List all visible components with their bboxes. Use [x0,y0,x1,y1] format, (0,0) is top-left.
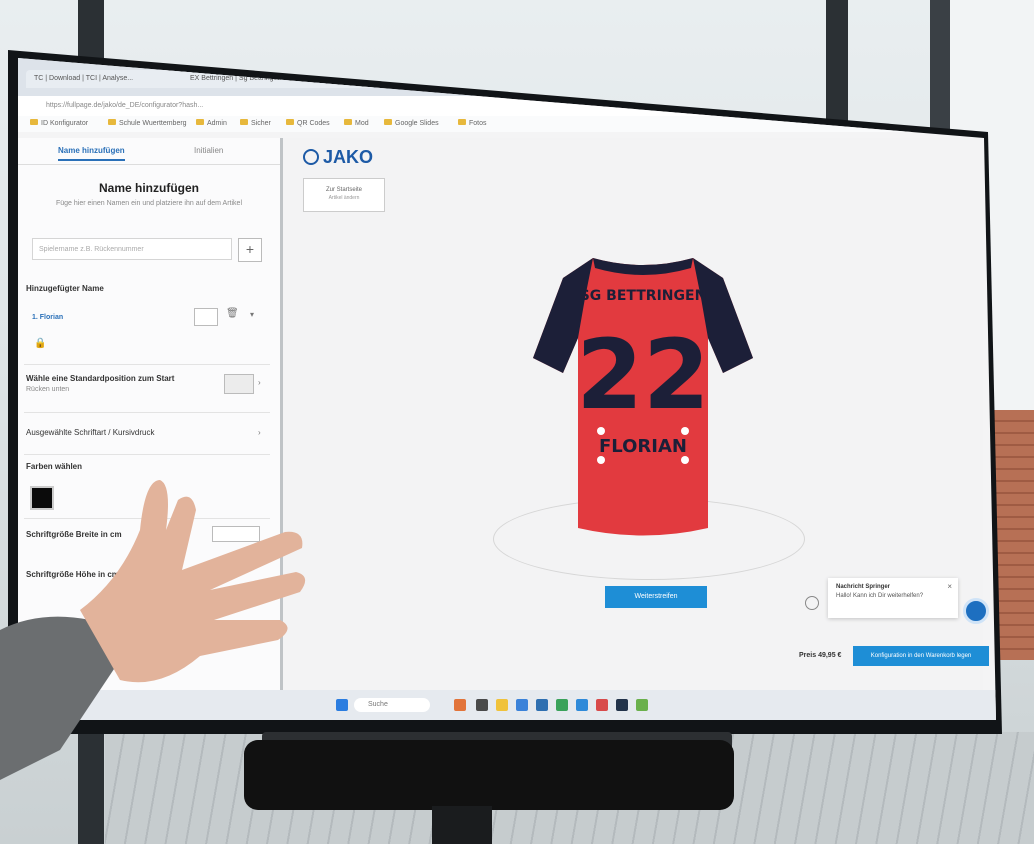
price-label: Preis 49,95 € [799,652,842,659]
pointing-hand [0,480,306,780]
lock-icon[interactable]: 🔒 [34,338,46,349]
folder-icon [196,119,204,125]
resize-handle[interactable] [681,427,689,435]
divider [24,412,270,413]
panel-tabs: Name hinzufügen Initialien [18,138,280,165]
jako-logo: JAKO [303,146,373,168]
back-button-label: Zur Startseite [325,187,362,193]
panel-heading: Name hinzufügen [98,181,199,195]
bookmark-item[interactable]: Mod [344,116,369,132]
back-button-sublabel: Artikel ändern [328,195,360,201]
folder-icon [240,119,248,125]
app-icon[interactable] [596,699,608,711]
delete-icon[interactable]: 🗑 [226,308,239,319]
bookmark-label: ID Konfigurator [41,120,89,127]
app-icon[interactable] [454,699,466,711]
app-icon[interactable] [576,699,588,711]
folder-icon [344,119,352,125]
app-icon[interactable] [476,699,488,711]
app-icon[interactable] [556,699,568,711]
jako-logo-icon [303,149,319,166]
position-label: Wähle eine Standardposition zum Start [26,374,175,383]
back-to-start-button[interactable]: Zur Startseite Artikel ändern [303,178,385,212]
bookmark-label: Sicher [251,120,271,127]
resize-handle[interactable] [597,427,605,435]
bookmark-item[interactable]: QR Codes [286,116,330,132]
photo-scene: TC | Download | TCI | Analyse... EX Bett… [0,0,1034,844]
position-thumbnail[interactable] [224,374,254,394]
app-icon[interactable] [636,699,648,711]
resize-handle[interactable] [681,456,689,464]
chat-popup: Nachricht Springer Hallo! Kann ich Dir w… [828,578,958,618]
browser-tab-active[interactable]: TeamTrainer JAKO Trikotkonfi... [444,70,588,88]
name-preview-icon[interactable] [194,308,218,326]
bookmark-label: Schule Wuerttemberg [119,120,187,127]
position-value: Rücken unten [26,386,70,393]
next-button[interactable]: Weiterstreifen [605,586,707,608]
name-list-item[interactable]: 1. Florian [32,314,63,321]
chevron-right-icon[interactable]: › [258,378,261,387]
brand-name: JAKO [323,146,374,167]
folder-icon [384,119,392,125]
tab-add-name[interactable]: Name hinzufügen [58,146,125,161]
bookmark-label: Google Slides [395,120,439,127]
chat-title: Nachricht Springer [836,584,891,590]
bookmark-label: Admin [207,120,227,127]
bookmark-label: Fotos [469,120,487,127]
player-name-input[interactable]: Spielername z.B. Rückennummer [32,238,232,260]
folder-icon [108,119,116,125]
bookmark-item[interactable]: ID Konfigurator [30,116,88,132]
browser-tab-1[interactable]: TC | Download | TCI | Analyse... [26,70,192,88]
bookmark-item[interactable]: Fotos [458,116,487,132]
stand-post [432,806,492,844]
bookmark-item[interactable]: Schule Wuerttemberg [108,116,187,132]
folder-icon [286,119,294,125]
browser-icon[interactable] [516,699,528,711]
add-to-cart-button[interactable]: Konfiguration in den Warenkorb legen [853,646,989,666]
added-names-title: Hinzugefügter Name [26,284,104,293]
tab-initials[interactable]: Initialien [194,146,223,155]
chevron-down-icon[interactable]: ▾ [250,310,254,319]
add-name-button[interactable]: + [238,238,262,262]
divider [24,364,270,365]
user-avatar-icon [805,596,819,610]
folder-icon[interactable] [496,699,508,711]
bookmark-item[interactable]: Sicher [240,116,271,132]
hand-skin [80,480,306,683]
app-icon[interactable] [616,699,628,711]
close-icon[interactable]: × [947,582,952,591]
bookmark-item[interactable]: Admin [196,116,227,132]
address-bar[interactable]: https://fullpage.de/jako/de_DE/configura… [18,96,996,116]
start-icon[interactable] [336,699,348,711]
configurator-canvas: JAKO Zur Startseite Artikel ändern SG BE… [283,138,989,698]
resize-handle[interactable] [597,456,605,464]
bookmark-label: QR Codes [297,120,330,127]
divider [24,454,270,455]
taskbar-search[interactable]: Suche [354,698,430,712]
panel-subheading: Füge hier einen Namen ein und platziere … [56,200,242,207]
jersey-club-text: SG BETTRINGEN [580,288,707,304]
folder-icon [458,119,466,125]
bookmark-item[interactable]: Google Slides [384,116,439,132]
chat-text: Hallo! Kann ich Dir weiterhelfen? [836,593,924,599]
folder-icon [30,119,38,125]
app-icon[interactable] [536,699,548,711]
jersey-name-text: FLORIAN [599,436,687,457]
chat-button[interactable] [963,598,989,624]
chevron-right-icon[interactable]: › [258,428,261,437]
font-label[interactable]: Ausgewählte Schriftart / Kursivdruck [26,428,155,437]
jersey-number: 22 [576,319,710,431]
bookmark-label: Mod [355,120,369,127]
jersey-3d-model[interactable]: SG BETTRINGEN 22 FLORIAN [533,238,753,538]
